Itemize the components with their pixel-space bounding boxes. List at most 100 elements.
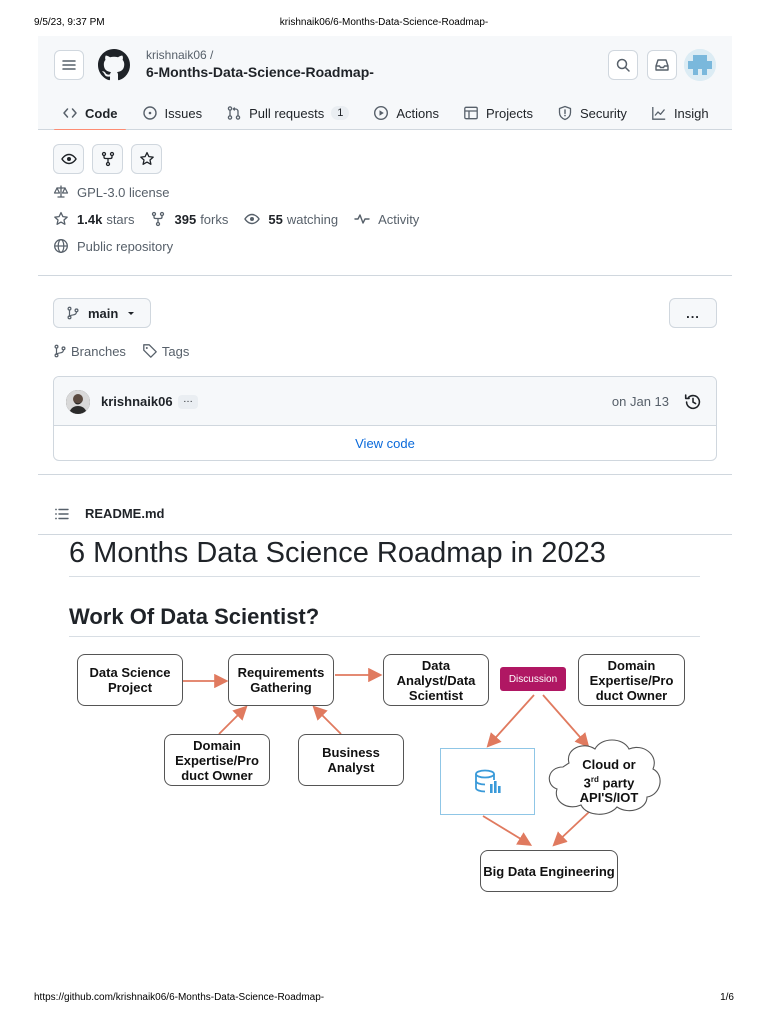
more-options-button[interactable]: ... — [669, 298, 717, 328]
commit-author-avatar[interactable] — [66, 390, 90, 414]
license-row[interactable]: GPL-3.0 license — [53, 184, 170, 200]
issue-icon — [142, 106, 157, 120]
cloud-label: Cloud or 3rd party API'S/IOT — [561, 757, 657, 805]
fork-icon — [152, 211, 165, 227]
cloud-label-line3: API'S/IOT — [579, 790, 639, 806]
tab-insights[interactable]: Insigh — [643, 96, 717, 130]
node-data-science-project: Data Science Project — [77, 654, 183, 706]
stars-count: 1.4k — [77, 211, 103, 227]
tab-insights-label: Insigh — [673, 105, 709, 121]
visibility-text: Public repository — [77, 238, 174, 254]
branch-name: main — [88, 305, 119, 321]
tab-code[interactable]: Code — [54, 96, 126, 130]
activity-link[interactable]: Activity — [354, 211, 419, 227]
database-chart-icon — [474, 769, 501, 793]
tags-link[interactable]: Tags — [142, 343, 189, 359]
print-url: https://github.com/krishnaik06/6-Months-… — [34, 992, 325, 1003]
fork-button[interactable] — [92, 144, 123, 174]
commit-message-toggle[interactable]: … — [178, 395, 198, 409]
node-data-analyst: Data Analyst/Data Scientist — [383, 654, 489, 706]
eye-icon — [60, 153, 77, 165]
user-avatar[interactable] — [684, 49, 716, 81]
license-text: GPL-3.0 license — [77, 184, 170, 200]
repo-owner-link[interactable]: krishnaik06 / — [146, 48, 213, 62]
readme-title: 6 Months Data Science Roadmap in 2023 — [69, 537, 700, 577]
readme-filename[interactable]: README.md — [85, 506, 164, 521]
repo-action-buttons — [53, 144, 162, 174]
search-button[interactable] — [608, 50, 638, 80]
commit-author[interactable]: krishnaik06 — [101, 394, 173, 409]
tab-code-label: Code — [85, 105, 118, 121]
tab-issues[interactable]: Issues — [134, 96, 211, 130]
eye-icon — [244, 213, 261, 225]
view-code-link[interactable]: View code — [54, 426, 716, 460]
node-big-data-engineering: Big Data Engineering — [480, 850, 618, 892]
watch-button[interactable] — [53, 144, 84, 174]
arrow-business-to-requirements — [312, 705, 342, 735]
tab-pull-requests[interactable]: Pull requests 1 — [218, 96, 357, 130]
repo-header: krishnaik06 / 6-Months-Data-Science-Road… — [38, 36, 732, 130]
pull-request-icon — [227, 106, 241, 120]
node-requirements-gathering: Requirements Gathering — [228, 654, 334, 706]
star-icon — [54, 211, 68, 225]
star-button[interactable] — [131, 144, 162, 174]
tab-security-label: Security — [579, 105, 627, 121]
stars-stat[interactable]: 1.4k stars — [53, 211, 134, 227]
node-business-analyst: Business Analyst — [298, 734, 404, 786]
globe-icon — [54, 239, 68, 253]
tab-pull-requests-label: Pull requests — [249, 105, 325, 121]
latest-commit-header: krishnaik06 … on Jan 13 — [54, 377, 716, 426]
discussion-badge: Discussion — [500, 667, 566, 691]
repo-name-link[interactable]: 6-Months-Data-Science-Roadmap- — [146, 64, 374, 80]
data-scientist-workflow-diagram: Data Science Project Requirements Gather… — [69, 645, 700, 895]
branch-icon — [54, 344, 66, 358]
watching-count: 55 — [268, 211, 283, 227]
tab-security[interactable]: Security — [549, 96, 635, 130]
identicon-icon — [684, 49, 716, 81]
print-footer: https://github.com/krishnaik06/6-Months-… — [34, 992, 734, 1006]
menu-button[interactable] — [54, 50, 84, 80]
github-page: krishnaik06 / 6-Months-Data-Science-Road… — [38, 36, 732, 535]
person-photo-icon — [66, 390, 90, 414]
arrow-database-to-bigdata — [482, 815, 533, 846]
pull-requests-count-badge: 1 — [331, 106, 350, 120]
code-icon — [63, 108, 77, 118]
law-icon — [53, 185, 69, 198]
tab-actions[interactable]: Actions — [365, 96, 447, 130]
node-domain-expertise-left: Domain Expertise/Pro duct Owner — [164, 734, 270, 786]
arrow-domain-to-requirements — [218, 705, 248, 735]
branch-links: Branches Tags — [53, 343, 189, 359]
readme-subheading: Work Of Data Scientist? — [69, 604, 700, 637]
history-icon[interactable] — [684, 393, 702, 411]
hamburger-icon — [62, 60, 76, 70]
node-domain-expertise-right: Domain Expertise/Pro duct Owner — [578, 654, 685, 706]
visibility-row: Public repository — [53, 238, 173, 254]
print-header: 9/5/23, 9:37 PM krishnaik06/6-Months-Dat… — [34, 17, 734, 31]
arrow-discussion-to-database — [486, 694, 535, 748]
tag-icon — [143, 344, 157, 358]
watching-stat[interactable]: 55 watching — [244, 211, 338, 227]
commit-date[interactable]: on Jan 13 — [612, 394, 669, 409]
watching-label: watching — [286, 211, 339, 227]
print-page-number: 1/6 — [720, 992, 734, 1003]
arrow-cloud-to-bigdata — [552, 811, 590, 847]
branch-selector[interactable]: main — [53, 298, 152, 328]
graph-icon — [652, 107, 666, 120]
cloud-label-line1: Cloud or — [582, 757, 636, 772]
inbox-button[interactable] — [647, 50, 677, 80]
tab-actions-label: Actions — [396, 105, 439, 121]
inbox-icon — [655, 59, 669, 71]
repo-nav-tabs: Code Issues Pull requests 1 Actions Proj… — [54, 96, 718, 130]
forks-count: 395 — [174, 211, 197, 227]
forks-stat[interactable]: 395 forks — [150, 211, 228, 227]
star-icon — [139, 151, 154, 165]
branches-link[interactable]: Branches — [53, 343, 126, 359]
print-title: krishnaik06/6-Months-Data-Science-Roadma… — [279, 17, 489, 28]
branch-icon — [67, 306, 79, 320]
tags-label: Tags — [161, 343, 190, 359]
github-logo-icon[interactable] — [98, 49, 130, 81]
latest-commit-box: krishnaik06 … on Jan 13 View code — [53, 376, 717, 461]
pulse-icon — [354, 214, 370, 224]
tab-projects[interactable]: Projects — [455, 96, 541, 130]
list-icon[interactable] — [54, 506, 70, 522]
